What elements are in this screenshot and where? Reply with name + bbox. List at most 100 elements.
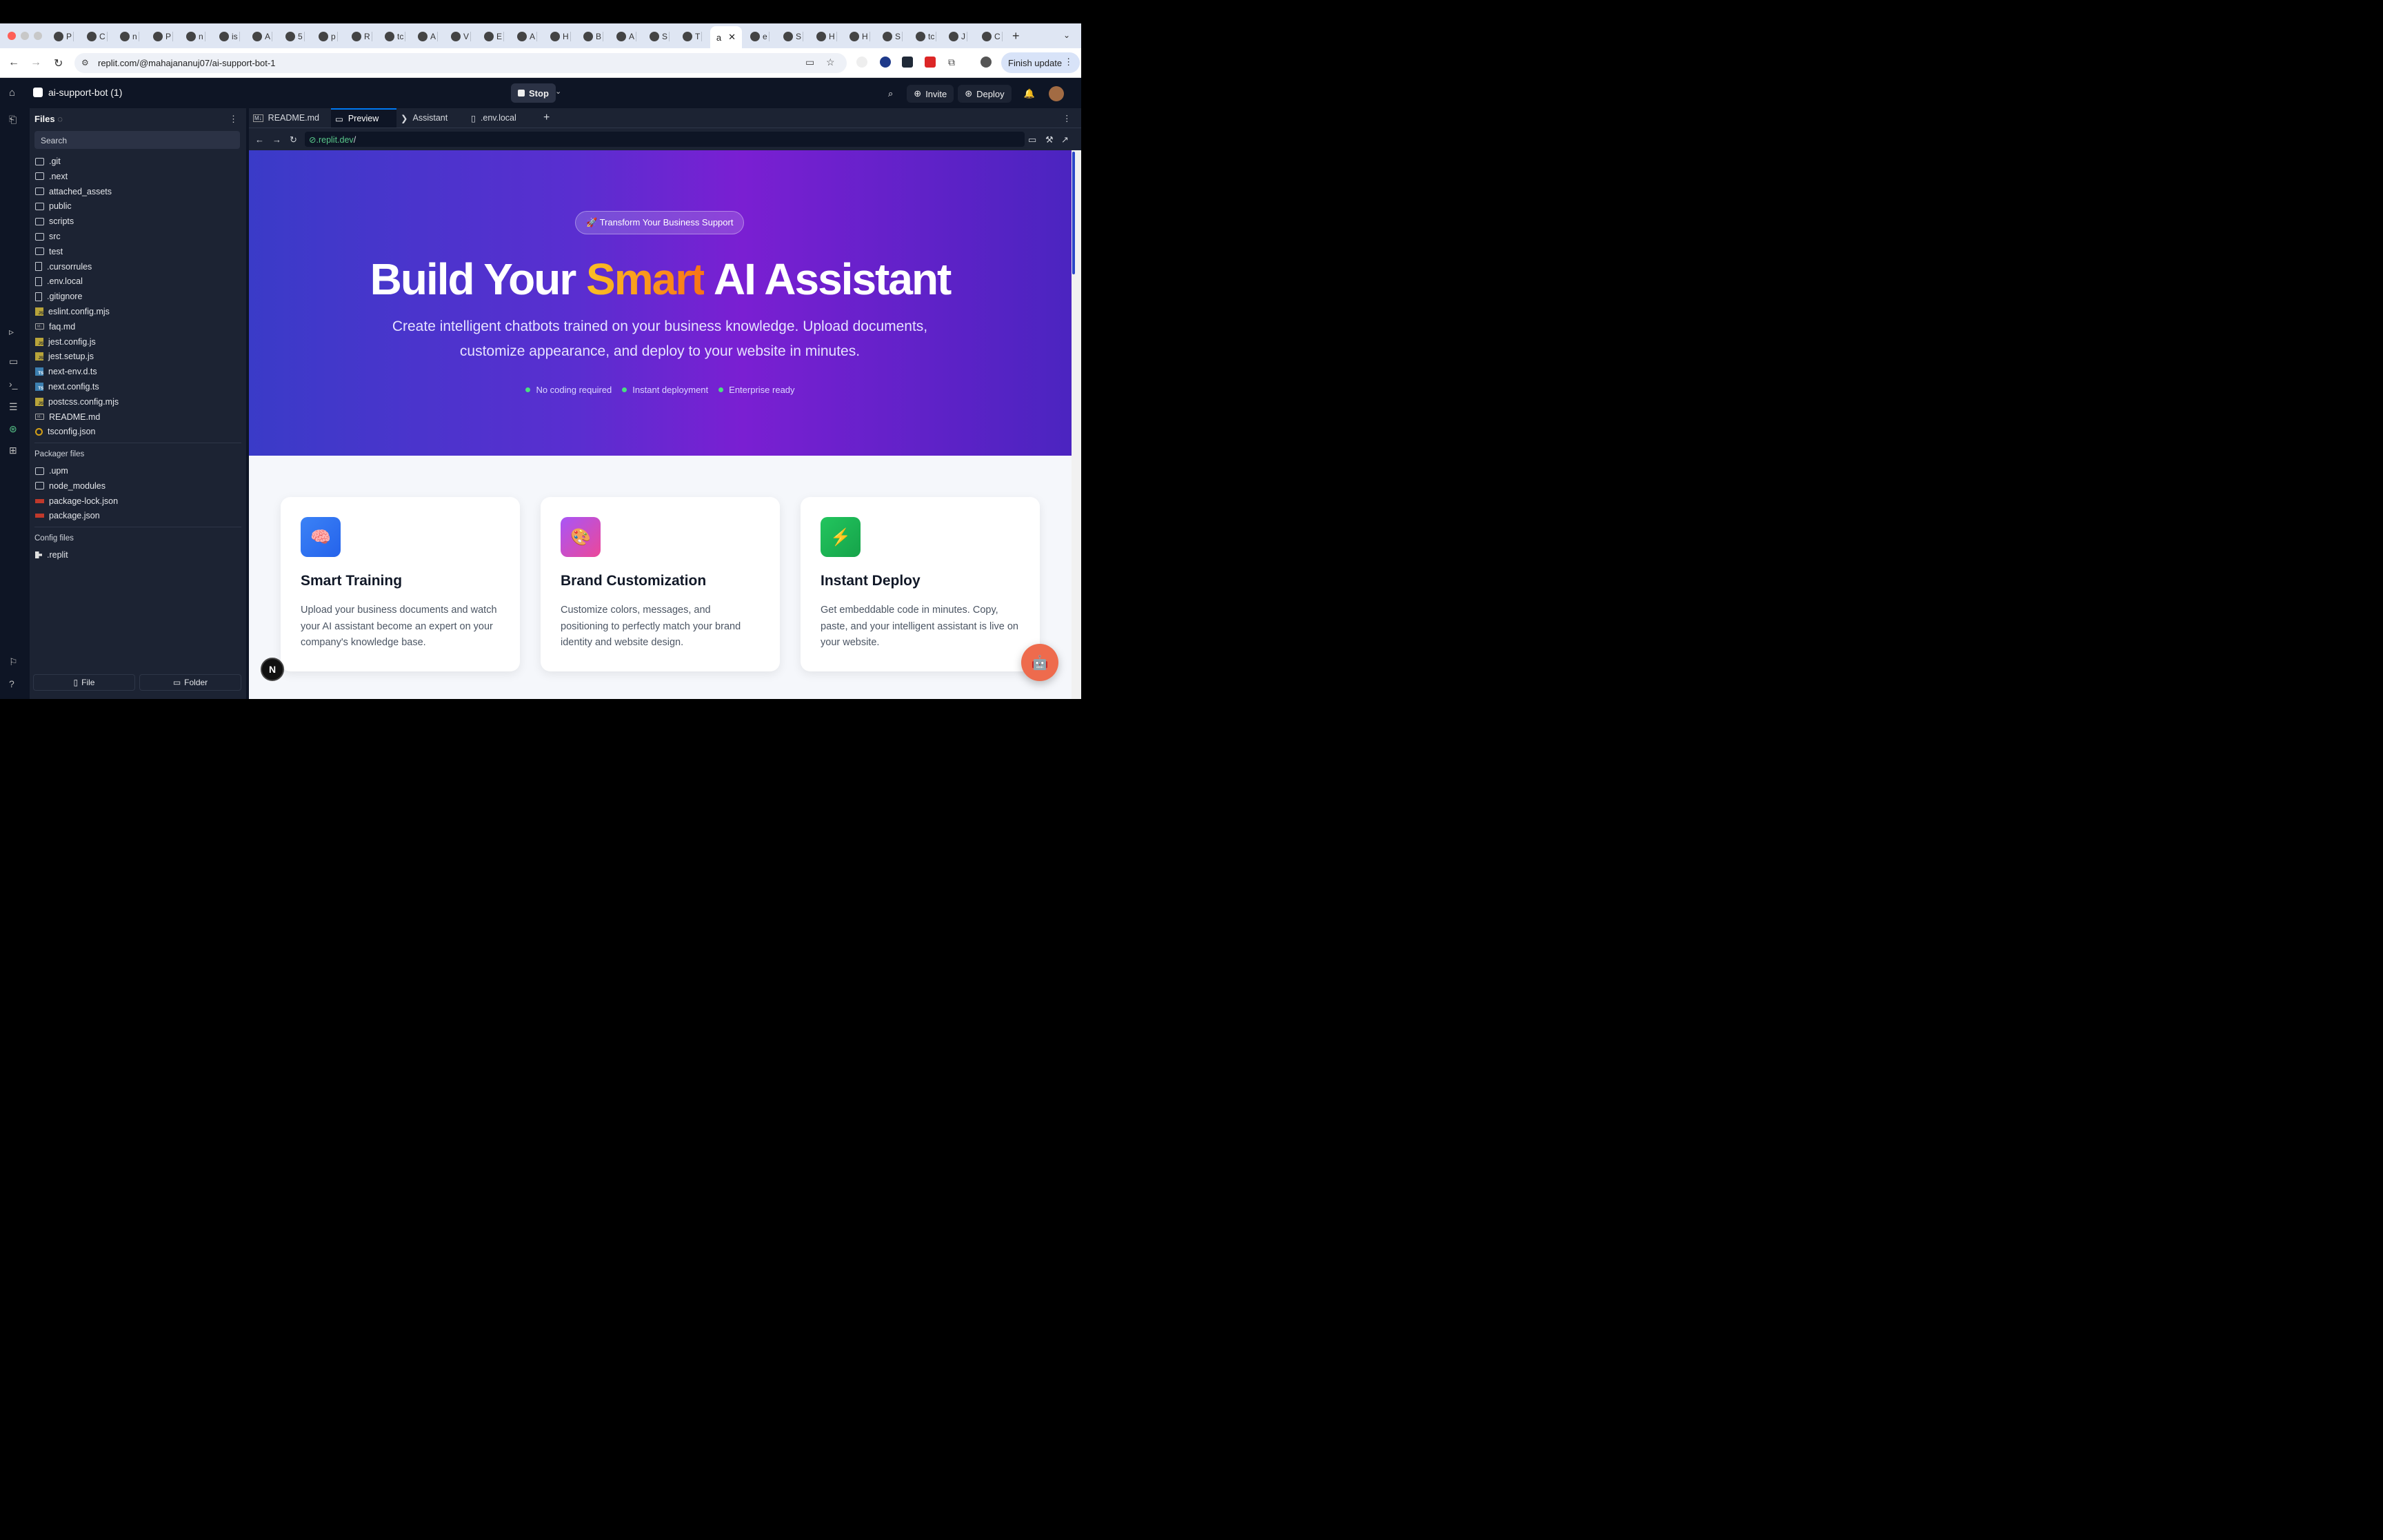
file-row[interactable]: .env.local — [35, 274, 83, 288]
alerts-icon[interactable]: ⚐ — [9, 656, 18, 668]
user-avatar[interactable] — [1048, 86, 1064, 101]
extension-check-icon[interactable] — [880, 57, 891, 68]
editor-more-icon[interactable]: ⋮ — [1063, 108, 1072, 128]
tab-search-button[interactable]: ⌄ — [1063, 30, 1070, 40]
browser-tab[interactable]: S — [783, 29, 804, 44]
tab-readme[interactable]: M↓ README.md — [253, 108, 319, 128]
deployments-icon[interactable]: ⊛ — [9, 423, 17, 435]
file-row[interactable]: JS eslint.config.mjs — [35, 305, 110, 318]
file-row[interactable]: tsconfig.json — [35, 425, 95, 438]
files-menu-icon[interactable]: ⋮ — [229, 114, 238, 125]
browser-tab[interactable]: A — [616, 29, 637, 44]
devices-icon[interactable]: ▭ — [1028, 134, 1036, 145]
browser-tab[interactable]: A — [252, 29, 273, 44]
browser-tab[interactable]: H — [849, 29, 870, 44]
browser-tab[interactable]: C — [87, 29, 108, 44]
site-info-icon[interactable]: ⚙ — [81, 58, 89, 68]
finish-update-button[interactable]: Finish update ⋮ — [1001, 52, 1080, 73]
file-row[interactable]: JS postcss.config.mjs — [35, 395, 119, 409]
preview-back-button[interactable]: ← — [255, 134, 264, 145]
browser-tab[interactable]: T — [683, 29, 703, 44]
files-search-input[interactable]: Search — [34, 131, 240, 149]
browser-tab[interactable]: V — [451, 29, 472, 44]
folder-row[interactable]: node_modules — [35, 479, 105, 493]
tab-assistant[interactable]: ❯ Assistant — [401, 108, 448, 128]
project-title[interactable]: ai-support-bot (1) — [33, 87, 122, 98]
tab-env-local[interactable]: ▯ .env.local — [471, 108, 516, 128]
run-options-chevron-icon[interactable]: ⌄ — [555, 87, 561, 96]
preview-url-input[interactable]: ⊘.replit.dev/ — [305, 132, 1025, 147]
browser-tab[interactable]: H — [550, 29, 571, 44]
chat-widget-button[interactable]: 🤖 — [1021, 644, 1058, 681]
file-row[interactable]: M↓ README.md — [35, 410, 100, 424]
file-row[interactable]: JS jest.config.js — [35, 335, 96, 349]
browser-tab[interactable]: tc — [916, 29, 937, 44]
extensions-puzzle-icon[interactable]: ⧉ — [948, 57, 955, 68]
bell-icon[interactable]: 🔔 — [1024, 88, 1035, 99]
extension-a-icon[interactable] — [856, 57, 867, 68]
folder-row[interactable]: .git — [35, 154, 61, 168]
file-row[interactable]: package-lock.json — [35, 494, 118, 508]
browser-tab[interactable]: P — [153, 29, 174, 44]
browser-tab[interactable]: A — [418, 29, 439, 44]
reload-button[interactable]: ↻ — [54, 57, 63, 70]
browser-tab[interactable]: n — [120, 29, 139, 44]
browser-tab[interactable]: E — [484, 29, 505, 44]
install-icon[interactable]: ▭ — [805, 57, 814, 68]
folder-row[interactable]: .next — [35, 170, 68, 183]
browser-tab[interactable]: S — [883, 29, 903, 44]
invite-button[interactable]: ⊕ Invite — [907, 85, 954, 103]
preview-forward-button[interactable]: → — [272, 134, 281, 145]
browser-tab[interactable]: n — [186, 29, 205, 44]
database-icon[interactable]: ☰ — [9, 401, 18, 413]
extension-record-icon[interactable] — [925, 57, 936, 68]
browser-tab[interactable]: B — [583, 29, 604, 44]
close-icon[interactable]: ✕ — [728, 32, 736, 43]
new-tab-button[interactable]: + — [1012, 29, 1020, 43]
profile-avatar[interactable] — [981, 57, 992, 68]
file-row[interactable]: M↓ faq.md — [35, 320, 75, 334]
window-maximize-button[interactable] — [34, 32, 42, 40]
browser-tab-active[interactable]: a ✕ — [710, 26, 742, 48]
file-row[interactable]: TS next-env.d.ts — [35, 365, 97, 378]
terminal-icon[interactable]: ›_ — [9, 378, 17, 389]
window-minimize-button[interactable] — [21, 32, 29, 40]
new-file-button[interactable]: ▯ File — [33, 674, 135, 691]
new-folder-button[interactable]: ▭ Folder — [139, 674, 241, 691]
forward-button[interactable]: → — [30, 57, 41, 69]
browser-tab[interactable]: P — [54, 29, 74, 44]
folder-row[interactable]: attached_assets — [35, 185, 112, 199]
browser-tab[interactable]: J — [949, 29, 967, 44]
file-row[interactable]: .gitignore — [35, 290, 82, 303]
folder-row[interactable]: public — [35, 199, 72, 213]
monitor-icon[interactable]: ▭ — [9, 356, 18, 367]
file-row[interactable]: TS next.config.ts — [35, 380, 99, 394]
browser-tab[interactable]: C — [982, 29, 1003, 44]
stop-button[interactable]: Stop — [511, 83, 556, 103]
tab-preview[interactable]: ▭ Preview — [331, 108, 396, 128]
url-input[interactable]: replit.com/@mahajananuj07/ai-support-bot… — [74, 53, 847, 73]
file-row[interactable]: .replit — [35, 548, 68, 562]
browser-tab[interactable]: H — [816, 29, 837, 44]
scrollbar-thumb[interactable] — [1072, 152, 1075, 274]
file-row[interactable]: .cursorrules — [35, 260, 92, 274]
browser-tab[interactable]: p — [319, 29, 338, 44]
preview-reload-button[interactable]: ↻ — [290, 134, 297, 145]
workflow-icon[interactable]: ▹ — [9, 326, 14, 338]
file-row[interactable]: package.json — [35, 509, 100, 523]
folder-row[interactable]: test — [35, 245, 63, 259]
help-icon[interactable]: ? — [9, 678, 14, 689]
home-icon[interactable]: ⌂ — [9, 87, 15, 99]
folder-row[interactable]: src — [35, 230, 61, 243]
files-icon[interactable]: ⎗ — [9, 114, 17, 125]
folder-row[interactable]: .upm — [35, 464, 68, 478]
browser-tab[interactable]: S — [650, 29, 670, 44]
browser-tab[interactable]: is — [219, 29, 240, 44]
search-icon[interactable]: ⌕ — [888, 88, 893, 99]
browser-tab[interactable]: A — [517, 29, 538, 44]
more-vert-icon[interactable]: ⋮ — [1064, 57, 1073, 68]
window-close-button[interactable] — [8, 32, 16, 40]
add-tab-button[interactable]: + — [543, 108, 550, 128]
deploy-button[interactable]: ⊛ Deploy — [958, 85, 1012, 103]
devtools-wrench-icon[interactable]: ⚒ — [1045, 134, 1054, 145]
